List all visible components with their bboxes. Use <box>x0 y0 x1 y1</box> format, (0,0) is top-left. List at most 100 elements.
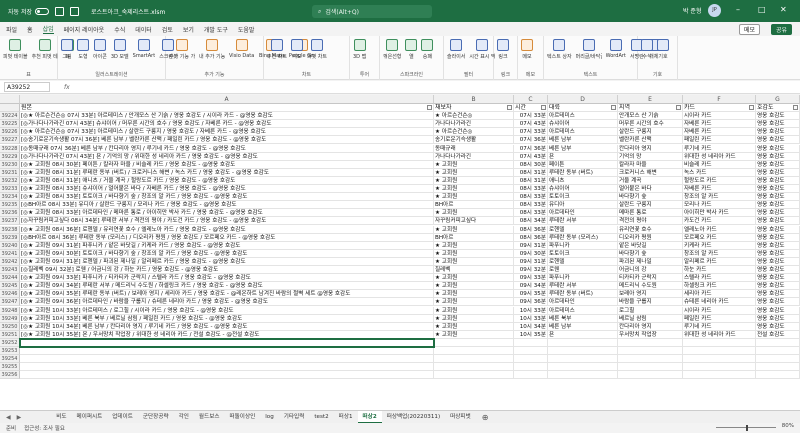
filter-dropdown-icon[interactable] <box>749 105 754 110</box>
table-cell[interactable]: 영웅 호감도 <box>756 201 800 210</box>
table-cell[interactable]: 파푸니카 <box>548 241 618 250</box>
table-cell[interactable] <box>548 371 618 380</box>
table-cell[interactable]: 영웅 호감도 <box>756 322 800 331</box>
ribbon-button-10-1[interactable]: 기호 <box>657 39 669 60</box>
column-header-B[interactable]: B <box>434 95 514 104</box>
tab-2[interactable]: 삽입 <box>42 24 54 34</box>
table-cell[interactable]: 아르테미스 <box>548 306 618 315</box>
table-cell[interactable]: [◎★ 고회원 10시 34분] 베른 남부 / 칸다리아 영지 / 루기네 카… <box>20 322 434 331</box>
table-cell[interactable] <box>434 371 514 380</box>
table-cell[interactable]: ★ 고회원 <box>434 330 514 339</box>
table-cell[interactable]: 자베른 카드 <box>683 120 756 129</box>
table-cell[interactable]: 영웅 호감도 <box>756 233 800 242</box>
table-cell[interactable]: [◎동때규래 07시 36분] 베른 남부 / 칸다리아 영지 / 루기네 카드… <box>20 144 434 153</box>
table-cell[interactable]: 칸다리아 영지 <box>618 144 683 153</box>
table-cell[interactable]: ★ 고회원 <box>434 257 514 266</box>
row-header[interactable]: 39233 <box>0 185 20 194</box>
table-cell[interactable]: ★ 고회원 <box>434 274 514 283</box>
row-header[interactable]: 39246 <box>0 290 20 299</box>
row-header[interactable]: 39250 <box>0 322 20 331</box>
table-cell[interactable]: 키케라 카드 <box>683 241 756 250</box>
table-cell[interactable] <box>548 338 618 347</box>
filter-dropdown-icon[interactable] <box>611 105 616 110</box>
row-header[interactable]: 39235 <box>0 201 20 210</box>
table-cell[interactable] <box>20 363 434 372</box>
save-icon[interactable] <box>55 6 64 16</box>
sheet-tab[interactable]: 떠돌이상인 <box>225 411 261 424</box>
table-cell[interactable]: 페이튼 <box>548 160 618 169</box>
table-cell[interactable]: 07시 43분 <box>514 120 548 129</box>
table-cell[interactable]: 09시 31분 <box>514 257 548 266</box>
table-header-G[interactable]: 호감도 <box>756 104 800 113</box>
table-cell[interactable]: ★ 고회원 <box>434 209 514 218</box>
table-cell[interactable]: 아르테미스 <box>548 112 618 121</box>
table-cell[interactable]: ★ 고회원 <box>434 298 514 307</box>
table-cell[interactable]: 유디아 <box>548 201 618 210</box>
table-cell[interactable]: 격전의 평야 <box>618 217 683 226</box>
table-cell[interactable]: ★ 고회원 <box>434 168 514 177</box>
ribbon-button-2-2[interactable]: Visio Data Visualizer <box>229 39 255 59</box>
sheet-tab[interactable]: log <box>260 411 279 424</box>
table-cell[interactable]: 로웬 <box>548 266 618 275</box>
table-cell[interactable]: 09시 34분 <box>514 282 548 291</box>
row-header[interactable]: 39229 <box>0 152 20 161</box>
table-header-D[interactable]: 대륙 <box>548 104 618 113</box>
table-cell[interactable] <box>618 355 683 364</box>
table-cell[interactable] <box>618 363 683 372</box>
table-cell[interactable] <box>548 347 618 356</box>
table-cell[interactable] <box>618 347 683 356</box>
table-cell[interactable] <box>434 355 514 364</box>
sheet-tab[interactable]: 떠상백업(20220311) <box>382 411 445 424</box>
table-cell[interactable]: [◎★ 고회원 09시 30분] 토토이크 / 바다향기 숲 / 창조의 알 카… <box>20 249 434 258</box>
table-cell[interactable]: 루테란 동부 (버트) <box>548 290 618 299</box>
table-cell[interactable] <box>683 363 756 372</box>
tab-9[interactable]: 도움말 <box>238 25 255 34</box>
table-cell[interactable]: 07시 33분 <box>514 128 548 137</box>
tab-1[interactable]: 홈 <box>27 25 33 34</box>
table-cell[interactable]: 영웅 호감도 <box>756 241 800 250</box>
table-cell[interactable]: 슈샤이어 <box>548 120 618 129</box>
table-cell[interactable] <box>683 355 756 364</box>
table-cell[interactable] <box>514 355 548 364</box>
table-cell[interactable]: ★ 고회원 <box>434 314 514 323</box>
table-cell[interactable]: 09시 36분 <box>514 298 548 307</box>
sheet-tab[interactable]: 기타입력 <box>279 411 310 424</box>
table-header-B[interactable]: 채보자 <box>434 104 514 113</box>
sheet-tab[interactable]: 각인 <box>174 411 194 424</box>
table-cell[interactable]: 08시 33분 <box>514 193 548 202</box>
table-cell[interactable]: 영웅 호감도 <box>756 160 800 169</box>
ribbon-button-1-4[interactable]: SmartArt <box>133 39 155 59</box>
row-header[interactable]: 39230 <box>0 160 20 169</box>
row-header[interactable]: 39247 <box>0 298 20 307</box>
table-cell[interactable]: 어금니의 강 <box>618 266 683 275</box>
table-cell[interactable]: 얕은 바닷길 <box>618 241 683 250</box>
table-cell[interactable]: 송기로운기슥생활 <box>434 136 514 145</box>
table-cell[interactable]: 칸다리아 영지 <box>618 322 683 331</box>
name-box[interactable]: A39252 <box>4 82 50 92</box>
table-cell[interactable]: 베른 남부 <box>548 144 618 153</box>
table-cell[interactable]: ★ 고회원 <box>434 176 514 185</box>
table-cell[interactable] <box>618 338 683 347</box>
table-cell[interactable]: 로헨델 <box>548 257 618 266</box>
ribbon-button-3-1[interactable]: 지도 <box>291 39 303 60</box>
sheet-tab[interactable]: 떠상피벗 <box>445 411 476 424</box>
table-cell[interactable]: [◎자꾸림커피고싶다 08시 34분] 루테란 서부 / 격전의 평야 / 카도… <box>20 217 434 226</box>
table-cell[interactable] <box>618 371 683 380</box>
table-cell[interactable]: 영웅 호감도 <box>756 209 800 218</box>
ribbon-button-8-0[interactable]: 메모 <box>521 39 533 60</box>
tab-3[interactable]: 페이지 레이아웃 <box>64 25 105 34</box>
table-cell[interactable]: [◎BH아르 08시 36분] 루테란 동부 (모리스) / 디오리카 평원 /… <box>20 233 434 242</box>
table-cell[interactable]: 욘 <box>548 330 618 339</box>
filter-dropdown-icon[interactable] <box>427 105 432 110</box>
row-header[interactable]: 39231 <box>0 168 20 177</box>
table-cell[interactable]: 아이히만 박사 카드 <box>683 209 756 218</box>
ribbon-button-0-1[interactable]: 추천 피벗 테이블 <box>32 39 58 60</box>
ribbon-button-9-2[interactable]: WordArt <box>606 39 626 59</box>
row-header[interactable]: 39228 <box>0 144 20 153</box>
ribbon-button-2-1[interactable]: 내 추가 기능 <box>199 39 225 60</box>
table-cell[interactable]: [◎★ 고회원 08시 31분] 루테란 동부 (버트) / 크로커니스 해변 … <box>20 168 434 177</box>
row-header[interactable]: 39243 <box>0 266 20 275</box>
table-cell[interactable]: 위대한 성 네리아 카드 <box>683 152 756 161</box>
row-header[interactable] <box>0 104 20 113</box>
table-header-F[interactable]: 카드 <box>683 104 756 113</box>
